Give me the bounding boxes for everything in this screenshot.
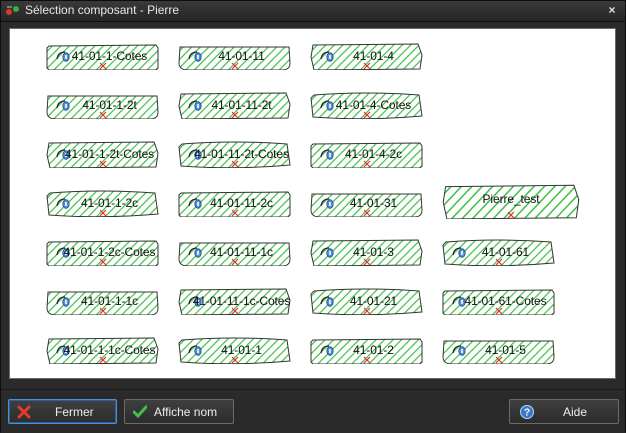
component-tile[interactable]: 41-01-1-2c xyxy=(46,190,159,217)
fermer-button[interactable]: Fermer xyxy=(8,399,117,424)
origin-mark-icon xyxy=(99,62,107,70)
red-x-icon xyxy=(17,405,31,419)
component-name: 41-01-11-2t-Cotes xyxy=(194,147,289,161)
component-name: 41-01-21 xyxy=(349,294,398,308)
component-tile[interactable]: 41-01-3 xyxy=(310,239,423,266)
component-tile[interactable]: 41-01-1-1c-Cotes xyxy=(46,337,159,364)
component-name: 41-01-11-1c-Cotes xyxy=(192,294,291,308)
origin-mark-icon xyxy=(99,356,107,364)
component-tile[interactable]: 41-01-11-2t-Cotes xyxy=(178,141,291,168)
origin-mark-icon xyxy=(231,62,239,70)
component-name: 41-01-31 xyxy=(349,196,398,210)
origin-mark-icon xyxy=(363,160,371,168)
component-tile[interactable]: 41-01-61 xyxy=(442,239,555,266)
affiche-nom-label: Affiche nom xyxy=(154,405,218,419)
origin-mark-icon xyxy=(363,209,371,217)
origin-mark-icon xyxy=(231,307,239,315)
component-tile[interactable]: 41-01-1-2t xyxy=(46,92,159,119)
origin-mark-icon xyxy=(507,211,515,219)
component-name: 41-01-1-1c xyxy=(80,294,139,308)
component-name: 41-01-2 xyxy=(353,343,394,357)
origin-mark-icon xyxy=(231,160,239,168)
component-name: 41-01-1-2t xyxy=(82,98,137,112)
component-name: 41-01-1 xyxy=(221,343,262,357)
app-icon xyxy=(6,6,19,15)
aide-label: Aide xyxy=(563,405,588,419)
component-gallery: 41-01-1-Cotes 41-01-11 41-01-4 41-01-1-2t 41… xyxy=(9,28,616,379)
origin-mark-icon xyxy=(363,356,371,364)
selection-dialog: Sélection composant - Pierre × 41-01-1-C… xyxy=(0,0,626,433)
component-tile[interactable]: 41-01-1-2t-Cotes xyxy=(46,141,159,168)
origin-mark-icon xyxy=(99,209,107,217)
origin-mark-icon xyxy=(99,160,107,168)
component-tile[interactable]: 41-01-11 xyxy=(178,43,291,70)
component-name: 41-01-11 xyxy=(218,49,265,63)
component-tile[interactable]: 41-01-11-1c xyxy=(178,239,291,266)
help-icon: ? xyxy=(520,405,534,419)
origin-mark-icon xyxy=(99,258,107,266)
button-bar: Fermer Affiche nom ? Aide xyxy=(1,389,625,433)
component-tile[interactable]: 41-01-61-Cotes xyxy=(442,288,555,315)
origin-mark-icon xyxy=(231,356,239,364)
component-tile[interactable]: 41-01-4-2c xyxy=(310,141,423,168)
component-name: 41-01-3 xyxy=(353,245,394,259)
origin-mark-icon xyxy=(363,62,371,70)
window-title: Sélection composant - Pierre xyxy=(25,3,180,17)
origin-mark-icon xyxy=(495,258,503,266)
origin-mark-icon xyxy=(99,307,107,315)
origin-mark-icon xyxy=(363,111,371,119)
origin-mark-icon xyxy=(231,111,239,119)
origin-mark-icon xyxy=(495,356,503,364)
component-name: 41-01-5 xyxy=(485,343,526,357)
component-tile[interactable]: 41-01-1 xyxy=(178,337,291,364)
component-tile[interactable]: 41-01-11-2t xyxy=(178,92,291,119)
component-tile[interactable]: 41-01-4-Cotes xyxy=(310,92,423,119)
component-name: 41-01-4-2c xyxy=(344,147,403,161)
component-name: 41-01-4-Cotes xyxy=(335,98,412,112)
component-name: 41-01-1-1c-Cotes xyxy=(63,343,156,357)
origin-mark-icon xyxy=(363,258,371,266)
svg-text:?: ? xyxy=(524,408,530,419)
component-tile[interactable]: 41-01-5 xyxy=(442,337,555,364)
component-tile[interactable]: Pierre_test xyxy=(442,184,580,219)
component-tile[interactable]: 41-01-2 xyxy=(310,337,423,364)
close-icon[interactable]: × xyxy=(605,3,619,17)
component-tile[interactable]: 41-01-21 xyxy=(310,288,423,315)
component-name: Pierre_test xyxy=(482,192,540,206)
component-name: 41-01-1-2c xyxy=(80,196,139,210)
origin-mark-icon xyxy=(363,307,371,315)
fermer-label: Fermer xyxy=(55,405,94,419)
component-name: 41-01-11-1c xyxy=(210,245,273,259)
component-name: 41-01-11-2c xyxy=(210,196,273,210)
component-name: 41-01-1-2t-Cotes xyxy=(64,147,155,161)
origin-mark-icon xyxy=(231,209,239,217)
component-name: 41-01-61 xyxy=(481,245,530,259)
component-tile[interactable]: 41-01-4 xyxy=(310,43,423,70)
component-name: 41-01-4 xyxy=(353,49,394,63)
origin-mark-icon xyxy=(231,258,239,266)
component-name: 41-01-1-2c-Cotes xyxy=(63,245,156,259)
title-bar: Sélection composant - Pierre × xyxy=(1,1,625,22)
origin-mark-icon xyxy=(495,307,503,315)
component-tile[interactable]: 41-01-1-Cotes xyxy=(46,43,159,70)
component-tile[interactable]: 41-01-11-1c-Cotes xyxy=(178,288,291,315)
component-tile[interactable]: 41-01-1-1c xyxy=(46,288,159,315)
green-check-icon xyxy=(133,405,147,419)
component-tile[interactable]: 41-01-11-2c xyxy=(178,190,291,217)
affiche-nom-button[interactable]: Affiche nom xyxy=(124,399,234,424)
component-tile[interactable]: 41-01-31 xyxy=(310,190,423,217)
component-name: 41-01-61-Cotes xyxy=(464,294,547,308)
component-name: 41-01-11-2t xyxy=(211,98,272,112)
component-tile[interactable]: 41-01-1-2c-Cotes xyxy=(46,239,159,266)
component-name: 41-01-1-Cotes xyxy=(71,49,148,63)
aide-button[interactable]: ? Aide xyxy=(509,399,619,424)
origin-mark-icon xyxy=(99,111,107,119)
